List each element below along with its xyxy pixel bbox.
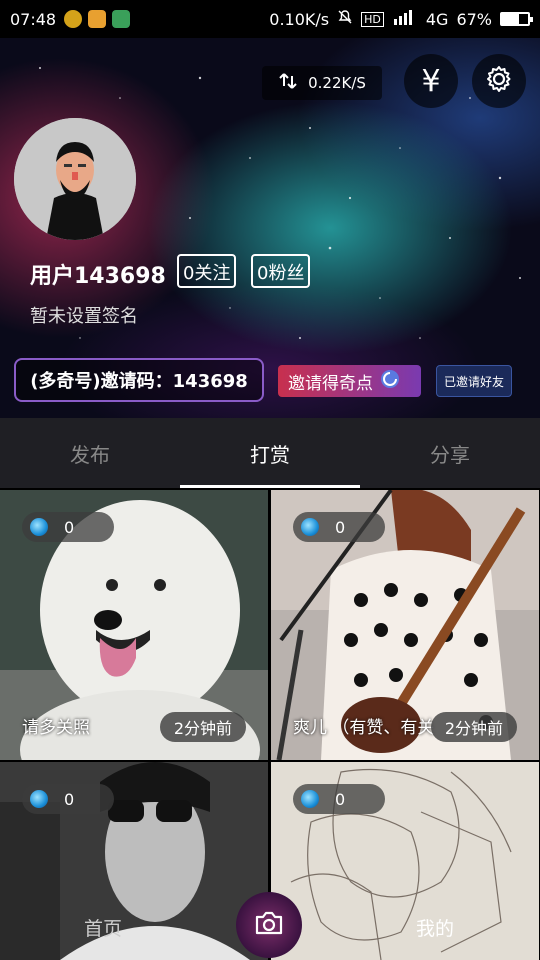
status-bar: 07:48 0.10K/s HD 4G 67% (0, 0, 540, 38)
signal-icon (392, 9, 418, 29)
tab-publish-label: 发布 (70, 442, 110, 467)
reward-coin-icon (301, 518, 319, 536)
hd-icon: HD (361, 11, 384, 27)
likes-count: 0 (64, 517, 75, 537)
reward-coin-icon (30, 518, 48, 536)
reward-coin-icon (301, 790, 319, 808)
post-card[interactable]: 0 请多关照 2分钟前 (0, 490, 268, 760)
status-net-speed: 0.10K/s (269, 9, 330, 29)
invite-code-box[interactable]: (多奇号)邀请码：143698 (14, 358, 264, 402)
likes-badge: 0 (293, 784, 385, 814)
invited-friends-button[interactable]: 已邀请好友 (436, 365, 512, 397)
invited-friends-label: 已邀请好友 (443, 374, 504, 389)
post-caption: 爽儿 （有赞、有关 (293, 718, 435, 738)
status-battery-text: 67% (456, 9, 492, 29)
post-card[interactable]: 0 爽儿 （有赞、有关 2分钟前 (271, 490, 539, 760)
status-network: 4G (425, 9, 449, 29)
taobao-notification-icon (88, 10, 107, 28)
transfer-arrows-icon (278, 72, 298, 94)
likes-badge: 0 (22, 784, 114, 814)
gear-icon (484, 64, 514, 98)
likes-badge: 0 (22, 512, 114, 542)
speed-value: 0.22K/S (308, 74, 366, 92)
signature[interactable]: 暂未设置签名 (30, 302, 138, 328)
yuan-icon: ¥ (421, 63, 441, 99)
invite-get-points-button[interactable]: 邀请得奇点 (278, 365, 421, 397)
invite-get-label: 邀请得奇点 (288, 373, 373, 394)
following-count[interactable]: 0关注 (177, 254, 237, 288)
nav-home[interactable]: 首页 (84, 914, 122, 941)
avatar-illustration (14, 118, 136, 240)
likes-count: 0 (335, 789, 346, 809)
post-time: 2分钟前 (159, 712, 246, 742)
post-time: 2分钟前 (430, 712, 517, 742)
status-time: 07:48 (10, 9, 57, 29)
reward-coin-icon (30, 790, 48, 808)
tab-reward-label: 打赏 (250, 442, 290, 467)
likes-count: 0 (64, 789, 75, 809)
scan-notification-icon (112, 10, 131, 28)
app-notification-icon (64, 10, 83, 28)
invite-code-text: (多奇号)邀请码：143698 (30, 371, 248, 392)
camera-button[interactable] (236, 892, 302, 958)
mute-icon (337, 9, 353, 29)
camera-icon (253, 910, 285, 940)
tab-share[interactable]: 分享 (360, 418, 540, 488)
profile-header: 0.22K/S ¥ 用户143698 0关注 0粉丝 暂未设置签名 (多奇号)邀… (0, 38, 540, 418)
battery-icon (500, 12, 533, 26)
bottom-navigation: 首页 我的 (0, 890, 540, 960)
likes-count: 0 (335, 517, 346, 537)
content-tabs: 发布 打赏 分享 (0, 418, 540, 488)
tab-publish[interactable]: 发布 (0, 418, 180, 488)
tab-reward[interactable]: 打赏 (180, 418, 360, 488)
settings-button[interactable] (472, 54, 526, 108)
post-caption: 请多关照 (22, 718, 90, 738)
followers-count[interactable]: 0粉丝 (251, 254, 311, 288)
nav-mine[interactable]: 我的 (416, 914, 454, 941)
avatar[interactable] (14, 118, 136, 240)
wallet-button[interactable]: ¥ (404, 54, 458, 108)
upload-speed-indicator: 0.22K/S (262, 66, 382, 100)
swirl-icon (379, 368, 401, 395)
tab-share-label: 分享 (430, 442, 470, 467)
username: 用户143698 (30, 264, 166, 289)
likes-badge: 0 (293, 512, 385, 542)
